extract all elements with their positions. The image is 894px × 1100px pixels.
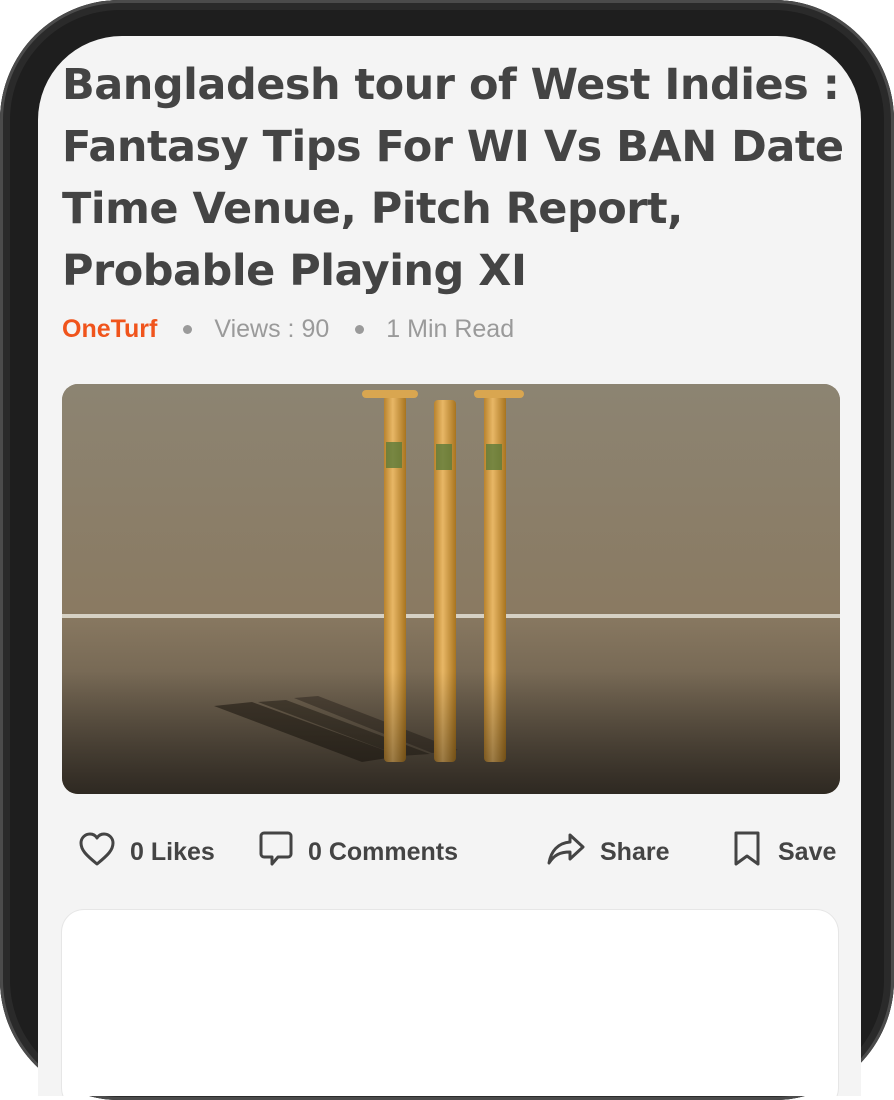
read-time: 1 Min Read — [386, 314, 515, 343]
article-meta: OneTurf Views : 90 1 Min Read — [62, 312, 514, 346]
likes-label: 0 Likes — [130, 837, 215, 866]
article-title: Bangladesh tour of West Indies : Fantasy… — [62, 60, 844, 296]
bookmark-icon — [730, 830, 778, 875]
comments-label: 0 Comments — [308, 837, 459, 866]
action-bar: 0 Likes 0 Comments Share Save — [78, 828, 848, 876]
share-label: Share — [600, 837, 670, 866]
share-icon — [546, 831, 600, 874]
heart-icon — [78, 831, 130, 874]
save-button[interactable]: Save — [730, 828, 836, 876]
share-button[interactable]: Share — [546, 828, 669, 876]
like-button[interactable]: 0 Likes — [78, 828, 215, 876]
meta-separator — [183, 324, 193, 334]
views-count: Views : 90 — [214, 314, 330, 343]
content-card — [62, 910, 838, 1096]
meta-separator — [355, 324, 365, 334]
save-label: Save — [778, 837, 837, 866]
author-link[interactable]: OneTurf — [62, 315, 157, 344]
hero-image — [62, 384, 840, 794]
comment-icon — [258, 830, 308, 875]
comment-button[interactable]: 0 Comments — [258, 828, 458, 876]
phone-frame: Bangladesh tour of West Indies : Fantasy… — [0, 0, 894, 1100]
article-screen: Bangladesh tour of West Indies : Fantasy… — [38, 36, 861, 1096]
